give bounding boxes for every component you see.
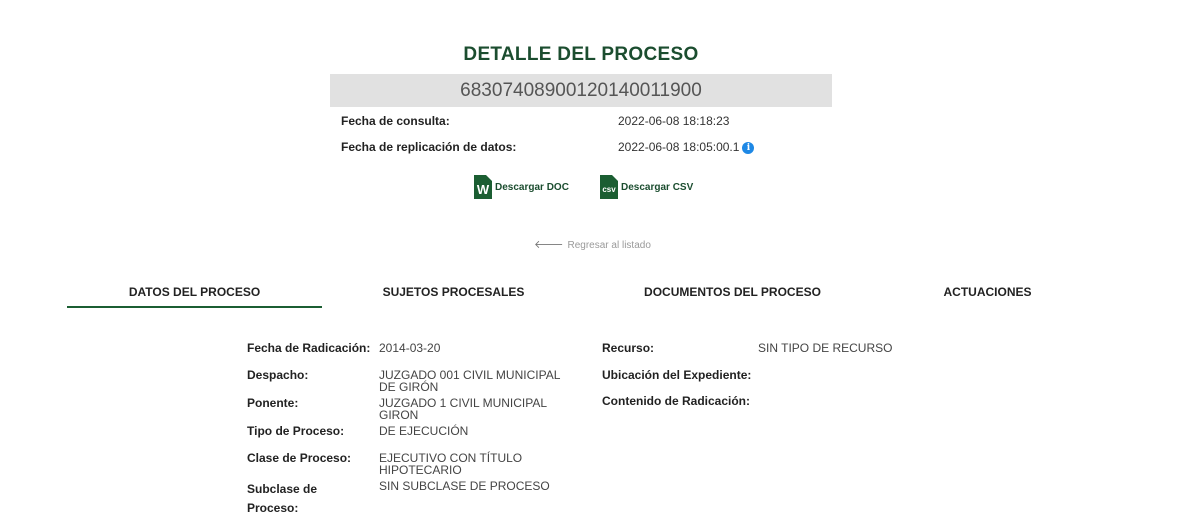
replicacion-date-row: 2022-06-08 18:05:00.1 i bbox=[618, 140, 755, 154]
download-csv-button[interactable]: csv Descargar CSV bbox=[600, 175, 693, 199]
consulta-date-label: Fecha de consulta: bbox=[341, 114, 450, 128]
download-doc-label: Descargar DOC bbox=[495, 181, 569, 193]
active-tab-indicator bbox=[67, 306, 322, 308]
page-title: DETALLE DEL PROCESO bbox=[463, 44, 699, 65]
replicacion-date-value: 2022-06-08 18:05:00.1 bbox=[618, 140, 740, 154]
back-to-list-label: Regresar al listado bbox=[567, 240, 651, 251]
csv-file-icon: csv bbox=[600, 175, 618, 199]
arrow-left-icon: 🡐 bbox=[534, 239, 564, 251]
clase-proceso-value: EJECUTIVO CON TÍTULO HIPOTECARIO bbox=[379, 451, 523, 477]
ubicacion-expediente-label: Ubicación del Expediente: bbox=[602, 368, 752, 382]
subclase-proceso-label: Subclase de Proceso: bbox=[247, 482, 318, 515]
contenido-radicacion-label: Contenido de Radicación: bbox=[602, 394, 751, 408]
download-doc-button[interactable]: W Descargar DOC bbox=[474, 175, 569, 199]
consulta-date-value: 2022-06-08 18:18:23 bbox=[618, 114, 730, 128]
ponente-value: JUZGADO 1 CIVIL MUNICIPAL GIRON bbox=[379, 396, 547, 422]
despacho-label: Despacho: bbox=[247, 368, 309, 382]
tab-datos-del-proceso[interactable]: DATOS DEL PROCESO bbox=[67, 285, 322, 299]
subclase-proceso-value: SIN SUBCLASE DE PROCESO bbox=[379, 479, 550, 493]
recurso-value: SIN TIPO DE RECURSO bbox=[758, 341, 893, 355]
despacho-value: JUZGADO 001 CIVIL MUNICIPAL DE GIRÓN bbox=[379, 368, 560, 394]
ponente-label: Ponente: bbox=[247, 396, 299, 410]
tab-actuaciones[interactable]: ACTUACIONES bbox=[860, 285, 1115, 299]
download-csv-label: Descargar CSV bbox=[621, 181, 694, 193]
word-file-icon: W bbox=[474, 175, 492, 199]
fecha-radicacion-label: Fecha de Radicación: bbox=[247, 341, 371, 355]
info-icon[interactable]: i bbox=[742, 142, 755, 154]
back-to-list-link[interactable]: 🡐 Regresar al listado bbox=[534, 237, 651, 251]
replicacion-date-label: Fecha de replicación de datos: bbox=[341, 140, 517, 154]
clase-proceso-label: Clase de Proceso: bbox=[247, 451, 352, 465]
tab-documentos-del-proceso[interactable]: DOCUMENTOS DEL PROCESO bbox=[605, 285, 860, 299]
process-number: 68307408900120140011900 bbox=[330, 74, 832, 107]
tipo-proceso-value: DE EJECUCIÓN bbox=[379, 424, 469, 438]
recurso-label: Recurso: bbox=[602, 341, 655, 355]
tipo-proceso-label: Tipo de Proceso: bbox=[247, 424, 345, 438]
fecha-radicacion-value: 2014-03-20 bbox=[379, 341, 441, 355]
tab-sujetos-procesales[interactable]: SUJETOS PROCESALES bbox=[326, 285, 581, 299]
